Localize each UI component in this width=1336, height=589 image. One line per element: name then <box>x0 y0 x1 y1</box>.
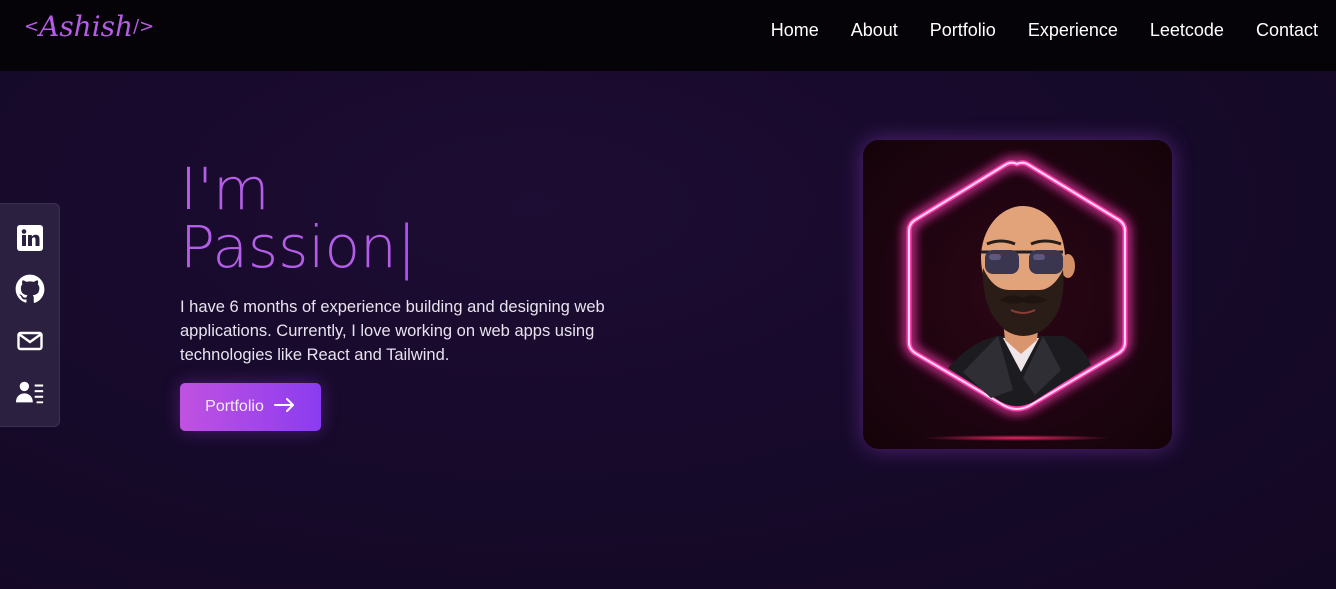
site-logo[interactable]: < Ashish /> <box>24 10 154 43</box>
hero-description: I have 6 months of experience building a… <box>180 298 605 364</box>
portfolio-button[interactable]: Portfolio <box>180 383 321 431</box>
hero-title-line1: I'm <box>180 155 270 223</box>
nav-link-contact[interactable]: Contact <box>1256 20 1318 41</box>
avatar-illustration <box>906 160 1128 441</box>
logo-text: Ashish <box>39 10 134 43</box>
nav-link-leetcode[interactable]: Leetcode <box>1150 20 1224 41</box>
logo-open-bracket: < <box>24 16 40 37</box>
nav-link-experience[interactable]: Experience <box>1028 20 1118 41</box>
social-sidebar <box>0 203 60 427</box>
arrow-right-icon <box>273 397 296 418</box>
linkedin-icon[interactable] <box>15 223 45 253</box>
nav-link-portfolio[interactable]: Portfolio <box>930 20 996 41</box>
nav-links: Home About Portfolio Experience Leetcode… <box>771 20 1318 41</box>
mail-icon[interactable] <box>15 326 45 356</box>
typing-cursor: | <box>396 213 417 281</box>
profile-card <box>863 140 1172 449</box>
portfolio-button-label: Portfolio <box>205 398 264 415</box>
resume-icon[interactable] <box>15 377 45 407</box>
nav-link-home[interactable]: Home <box>771 20 819 41</box>
nav-link-about[interactable]: About <box>851 20 898 41</box>
typed-word: Passion <box>180 213 397 281</box>
github-icon[interactable] <box>15 274 45 304</box>
hero-title-line2: Passion| <box>180 218 416 276</box>
logo-close-bracket: /> <box>133 16 155 37</box>
navbar: < Ashish /> Home About Portfolio Experie… <box>0 0 1336 71</box>
hero-title: I'm Passion| <box>180 160 416 276</box>
